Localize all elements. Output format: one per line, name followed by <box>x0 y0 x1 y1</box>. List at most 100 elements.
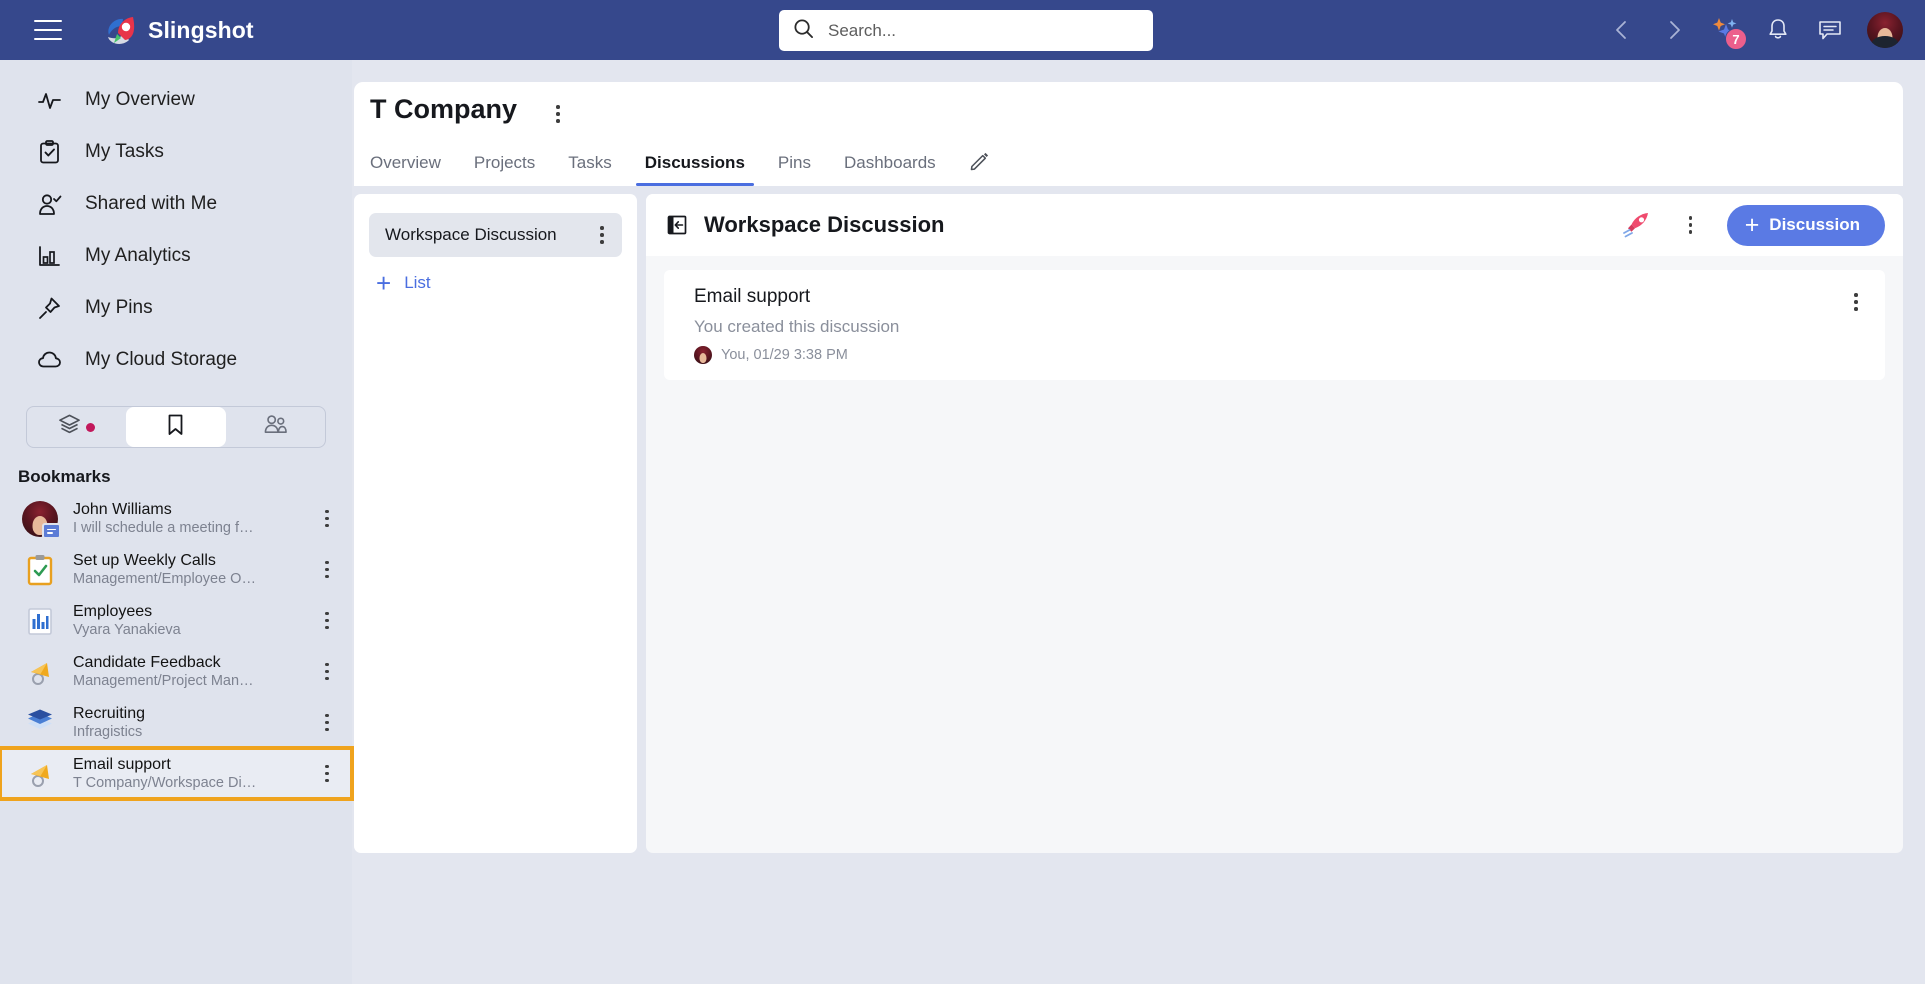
bookmarks-heading: Bookmarks <box>18 467 111 486</box>
add-list-label: List <box>404 273 431 292</box>
tab-dashboards[interactable]: Dashboards <box>844 153 936 186</box>
collapse-panel-icon[interactable] <box>666 214 688 236</box>
plus-icon: + <box>1744 210 1760 239</box>
hamburger-icon[interactable] <box>34 20 62 40</box>
bookmark-item-set-up-weekly-calls[interactable]: Set up Weekly Calls Management/Employee … <box>0 544 352 595</box>
search-input[interactable] <box>828 20 1139 41</box>
bookmark-subtitle: Management/Project Man… <box>73 673 254 690</box>
avatar-chat-icon <box>22 500 61 539</box>
sidebar-item-my-tasks[interactable]: My Tasks <box>0 126 352 178</box>
bookmark-item-john-williams[interactable]: John Williams I will schedule a meeting … <box>0 493 352 544</box>
tab-discussions[interactable]: Discussions <box>635 153 755 186</box>
kebab-menu-icon[interactable] <box>316 509 338 528</box>
avatar <box>694 345 712 364</box>
main-content-area: T Company Overview Projects Tasks Discus… <box>352 60 1925 984</box>
discussion-item-email-support[interactable]: Email support You created this discussio… <box>664 270 1885 380</box>
sidebar-item-my-pins[interactable]: My Pins <box>0 282 352 334</box>
sidebar-tab-people[interactable] <box>226 407 325 447</box>
person-check-icon <box>36 191 63 218</box>
discussion-item-content: Email support You created this discussio… <box>694 285 1845 364</box>
bookmark-name: John Williams <box>73 500 172 518</box>
sidebar-tab-switcher <box>26 406 326 448</box>
brand-name: Slingshot <box>148 16 254 43</box>
layers-stack-icon <box>22 705 58 741</box>
hamburger-line <box>34 29 62 31</box>
bell-icon[interactable] <box>1763 15 1793 45</box>
sidebar-item-label: Shared with Me <box>85 193 218 214</box>
clipboard-check-icon <box>36 139 63 166</box>
bookmark-item-email-support[interactable]: Email support T Company/Workspace Di… <box>0 746 354 801</box>
bookmark-subtitle: Vyara Yanakieva <box>73 622 181 639</box>
add-list-button[interactable]: + List <box>376 268 637 298</box>
cloud-icon <box>36 347 63 374</box>
discussion-panel: Workspace Discussion + Discussion Email … <box>646 194 1903 853</box>
sidebar-item-label: My Cloud Storage <box>85 349 238 370</box>
chevron-right-icon[interactable] <box>1659 15 1689 45</box>
search-bar[interactable] <box>779 10 1153 51</box>
bookmark-texts: Candidate Feedback Management/Project Ma… <box>73 653 316 691</box>
kebab-menu-icon[interactable] <box>316 611 338 630</box>
sidebar-nav-list: My Overview My Tasks Shared with Me My A… <box>0 60 352 386</box>
avatar[interactable] <box>1867 12 1903 48</box>
discussion-meta: You, 01/29 3:38 PM <box>694 345 1845 364</box>
sidebar-item-my-cloud-storage[interactable]: My Cloud Storage <box>0 334 352 386</box>
kebab-menu-icon[interactable] <box>547 105 569 123</box>
pencil-edit-icon[interactable] <box>969 150 990 186</box>
pin-icon <box>36 295 63 322</box>
kebab-menu-icon[interactable] <box>316 662 338 681</box>
bookmark-subtitle: I will schedule a meeting f… <box>73 520 254 537</box>
chevron-left-icon[interactable] <box>1607 15 1637 45</box>
kebab-menu-icon[interactable] <box>316 713 338 732</box>
discussion-subtitle: You created this discussion <box>694 316 900 336</box>
bookmark-item-candidate-feedback[interactable]: Candidate Feedback Management/Project Ma… <box>0 646 352 697</box>
sidebar-item-label: My Pins <box>85 297 153 318</box>
rocket-icon[interactable] <box>1622 211 1652 239</box>
new-discussion-button[interactable]: + Discussion <box>1726 204 1885 246</box>
tab-projects[interactable]: Projects <box>474 153 535 186</box>
tab-tasks[interactable]: Tasks <box>568 153 611 186</box>
plus-icon: + <box>376 268 392 298</box>
chat-icon[interactable] <box>1815 15 1845 45</box>
discussion-meta-text: You, 01/29 3:38 PM <box>721 346 848 363</box>
search-icon <box>793 18 814 44</box>
hamburger-line <box>34 38 62 40</box>
bookmark-icon <box>165 413 186 442</box>
sidebar-tab-layers[interactable] <box>27 407 126 447</box>
tab-overview[interactable]: Overview <box>370 153 441 186</box>
sidebar-item-my-overview[interactable]: My Overview <box>0 74 352 126</box>
slingshot-logo-icon <box>106 15 137 46</box>
bookmark-name: Set up Weekly Calls <box>73 551 216 569</box>
top-right-actions: 7 <box>1607 0 1903 60</box>
sidebar-tab-bookmarks[interactable] <box>126 407 226 447</box>
kebab-menu-icon[interactable] <box>316 764 338 783</box>
discussion-panel-header: Workspace Discussion + Discussion <box>646 194 1903 256</box>
bookmark-name: Employees <box>73 602 153 620</box>
bookmark-name: Candidate Feedback <box>73 653 221 671</box>
list-item-label: Workspace Discussion <box>385 225 557 244</box>
kebab-menu-icon[interactable] <box>1845 293 1867 311</box>
sidebar-item-my-analytics[interactable]: My Analytics <box>0 230 352 282</box>
list-item-workspace-discussion[interactable]: Workspace Discussion <box>369 213 622 257</box>
kebab-menu-icon[interactable] <box>1680 216 1702 234</box>
bookmark-name: Email support <box>73 755 171 773</box>
sidebar-item-label: My Tasks <box>85 141 164 162</box>
bookmark-item-recruiting[interactable]: Recruiting Infragistics <box>0 697 352 748</box>
tab-pins[interactable]: Pins <box>778 153 811 186</box>
brand-logo-group[interactable]: Slingshot <box>106 15 254 46</box>
chat-badge-icon <box>42 522 61 539</box>
sidebar-item-label: My Analytics <box>85 245 191 266</box>
hamburger-line <box>34 20 62 22</box>
bookmark-subtitle: Infragistics <box>73 724 143 741</box>
page-title: T Company <box>370 94 518 124</box>
sidebar-item-label: My Overview <box>85 89 195 110</box>
sparkles-icon[interactable]: 7 <box>1711 15 1747 50</box>
chart-document-icon <box>22 603 58 639</box>
kebab-menu-icon[interactable] <box>591 226 613 244</box>
bookmark-item-employees[interactable]: Employees Vyara Yanakieva <box>0 595 352 646</box>
kebab-menu-icon[interactable] <box>316 560 338 579</box>
sidebar-item-shared-with-me[interactable]: Shared with Me <box>0 178 352 230</box>
left-sidebar: My Overview My Tasks Shared with Me My A… <box>0 60 354 984</box>
bookmark-name: Recruiting <box>73 704 146 722</box>
megaphone-icon <box>22 654 58 690</box>
discussion-list-body: Email support You created this discussio… <box>646 256 1903 380</box>
